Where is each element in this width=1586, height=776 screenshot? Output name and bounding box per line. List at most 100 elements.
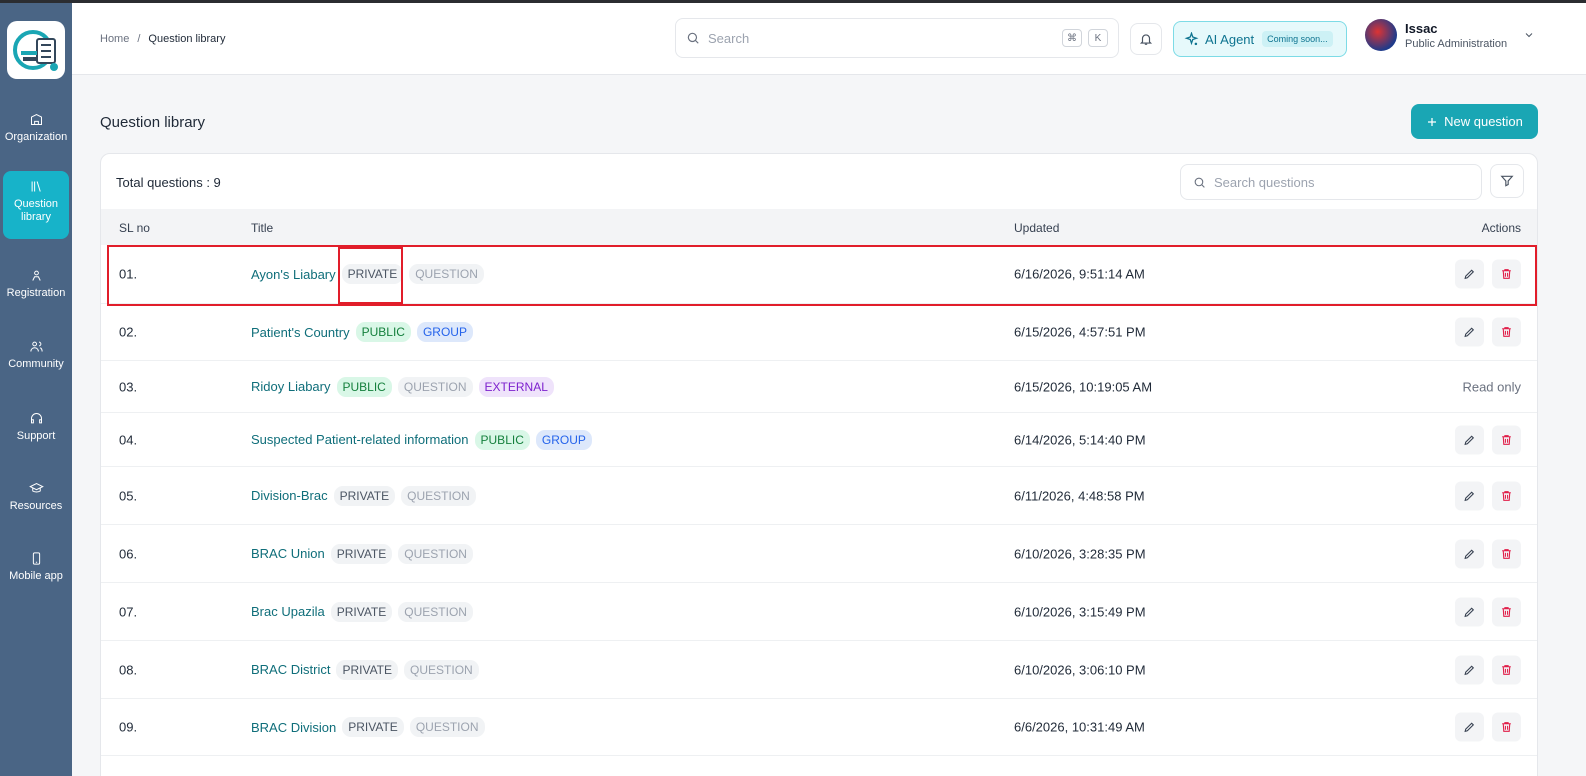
filter-button[interactable] [1490, 164, 1524, 198]
edit-button[interactable] [1455, 712, 1484, 742]
table-row[interactable]: 03. Ridoy Liabary PUBLIC QUESTION EXTERNAL 6/… [101, 361, 1537, 413]
badge-private: PRIVATE [330, 543, 393, 564]
row-actions [1455, 259, 1521, 289]
user-menu[interactable]: Issac Public Administration [1365, 19, 1535, 51]
row-title-link[interactable]: Patient's Country [251, 325, 350, 340]
badge-question: QUESTION [409, 264, 484, 284]
breadcrumb: Home / Question library [100, 33, 225, 45]
row-actions [1455, 712, 1521, 742]
delete-button[interactable] [1492, 317, 1521, 347]
row-updated: 6/11/2026, 4:48:58 PM [1014, 488, 1145, 503]
delete-button[interactable] [1492, 481, 1521, 510]
notifications-button[interactable] [1130, 23, 1162, 55]
sidebar-item-support[interactable]: Support [3, 403, 69, 455]
row-title-link[interactable]: Division-Brac [251, 488, 328, 503]
row-updated: 6/6/2026, 10:31:49 AM [1014, 719, 1145, 735]
sidebar-item-community[interactable]: Community [3, 331, 69, 383]
sidebar-item-organization[interactable]: Organization [3, 104, 69, 154]
row-sl-no: 02. [119, 324, 138, 340]
row-title-cell: Suspected Patient-related information PUB… [251, 429, 592, 450]
row-title-link[interactable]: Brac Upazila [251, 604, 325, 619]
pencil-icon [1464, 269, 1475, 280]
edit-button[interactable] [1455, 317, 1484, 347]
row-title-cell: BRAC Union PRIVATE QUESTION [251, 543, 473, 564]
read-only-label: Read only [1462, 379, 1521, 394]
badge-question: QUESTION [397, 376, 473, 397]
delete-button[interactable] [1492, 655, 1521, 684]
edit-button[interactable] [1455, 481, 1484, 510]
sidebar-item-question-library[interactable]: Question library [3, 171, 69, 239]
row-title-link[interactable]: BRAC District [251, 662, 330, 677]
sparkle-icon [1184, 31, 1199, 45]
badge-question: QUESTION [409, 717, 485, 737]
row-actions [1455, 597, 1521, 626]
table-row[interactable]: 06. BRAC Union PRIVATE QUESTION 6/10/2026, 3… [101, 525, 1537, 583]
badge-question: QUESTION [404, 659, 479, 680]
sidebar-item-label: Resources [9, 500, 63, 512]
total-questions: Total questions : 9 [116, 175, 221, 190]
table-row[interactable]: 02. Patient's Country PUBLIC GROUP 6/15/2026… [101, 304, 1537, 361]
col-actions: Actions [1481, 221, 1521, 235]
community-icon [29, 341, 43, 352]
row-sl-no: 07. [119, 604, 138, 619]
trash-icon [1502, 664, 1511, 675]
user-organization: Public Administration [1405, 37, 1508, 50]
table-row[interactable]: 09. BRAC Division PRIVATE QUESTION 6/6/2026,… [101, 699, 1537, 756]
edit-button[interactable] [1455, 539, 1484, 568]
new-question-label: New question [1444, 114, 1523, 129]
chevron-down-icon [1525, 33, 1533, 38]
row-updated: 6/14/2026, 5:14:40 PM [1014, 432, 1146, 447]
badge-private: PRIVATE [330, 601, 393, 622]
breadcrumb-home[interactable]: Home [100, 33, 129, 45]
badge-question: QUESTION [398, 543, 473, 564]
edit-button[interactable] [1455, 425, 1484, 454]
edit-button[interactable] [1455, 597, 1484, 626]
row-sl-no: 03. [119, 379, 138, 394]
sidebar-item-label: Mobile app [9, 570, 63, 582]
question-search-input[interactable]: Search questions [1180, 164, 1482, 200]
global-search-input[interactable]: Search ⌘ K [675, 18, 1119, 58]
row-updated: 6/15/2026, 10:19:05 AM [1014, 379, 1153, 394]
row-actions [1455, 425, 1521, 454]
table-row[interactable]: 05. Division-Brac PRIVATE QUESTION 6/11/2026… [101, 467, 1537, 525]
row-title-link[interactable]: Ridoy Liabary [251, 379, 331, 394]
delete-button[interactable] [1492, 539, 1521, 568]
search-icon [687, 32, 699, 44]
table-row[interactable]: 01. Ayon's Liabary PRIVATE QUESTION 6/16/202… [101, 245, 1537, 304]
new-question-button[interactable]: New question [1411, 104, 1538, 139]
sidebar-item-resources[interactable]: Resources [3, 473, 69, 525]
coming-soon-badge: Coming soon... [1262, 31, 1333, 47]
table-row[interactable]: 07. Brac Upazila PRIVATE QUESTION 6/10/2026,… [101, 583, 1537, 641]
delete-button[interactable] [1492, 597, 1521, 626]
table-row[interactable]: 04. Suspected Patient-related information… [101, 413, 1537, 467]
row-title-link[interactable]: Suspected Patient-related information [251, 432, 469, 447]
row-title-link[interactable]: BRAC Division [251, 720, 336, 735]
badge-public: PUBLIC [355, 322, 411, 342]
edit-button[interactable] [1455, 655, 1484, 684]
row-actions [1455, 481, 1521, 510]
table-row[interactable]: 08. BRAC District PRIVATE QUESTION 6/10/2026… [101, 641, 1537, 699]
row-title-link[interactable]: Ayon's Liabary [251, 267, 336, 282]
ai-agent-button[interactable]: AI Agent Coming soon... [1173, 21, 1347, 57]
delete-button[interactable] [1492, 425, 1521, 454]
col-sl-no: SL no [119, 221, 150, 235]
pencil-icon [1464, 434, 1475, 445]
trash-icon [1502, 327, 1511, 337]
logo-icon [13, 30, 58, 71]
sidebar: Organization Question library Registration… [0, 3, 72, 776]
library-icon [31, 181, 41, 192]
row-title-link[interactable]: BRAC Union [251, 546, 325, 561]
pencil-icon [1464, 548, 1475, 559]
app-logo[interactable] [7, 21, 65, 79]
badge-group: GROUP [535, 429, 592, 450]
sidebar-item-label: Organization [4, 131, 68, 143]
badge-public: PUBLIC [336, 376, 392, 397]
sidebar-item-mobile-app[interactable]: Mobile app [3, 543, 69, 609]
delete-button[interactable] [1492, 712, 1521, 742]
edit-button[interactable] [1455, 259, 1484, 289]
sidebar-item-registration[interactable]: Registration [3, 260, 69, 312]
delete-button[interactable] [1492, 259, 1521, 289]
badge-group: GROUP [416, 322, 473, 342]
trash-icon [1502, 548, 1511, 559]
scrollbar[interactable] [1566, 75, 1586, 776]
